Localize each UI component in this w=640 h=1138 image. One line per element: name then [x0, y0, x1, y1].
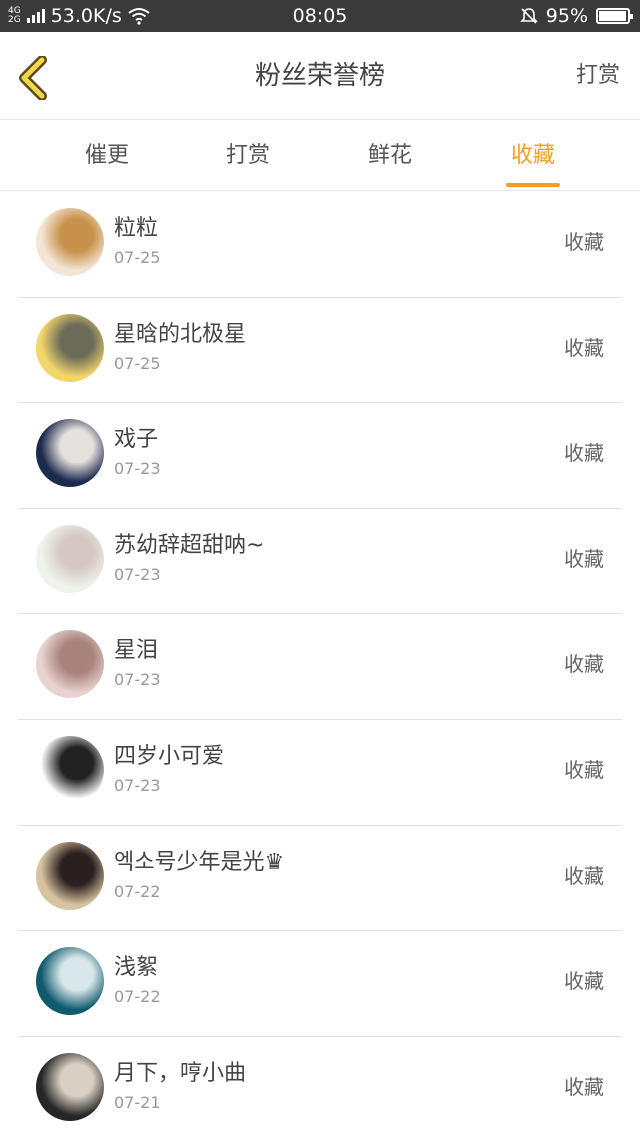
battery-percent: 95%: [545, 5, 588, 27]
avatar: [36, 947, 104, 1016]
date-label: 07-22: [114, 987, 161, 1007]
avatar: [36, 419, 104, 488]
tab-label: 催更: [84, 143, 129, 168]
user-name: 星泪: [114, 638, 159, 664]
status-right: 95%: [519, 0, 633, 32]
avatar: [36, 735, 104, 804]
date-label: 07-23: [114, 564, 161, 584]
action-type: 收藏: [564, 546, 604, 571]
tab-urge[interactable]: 催更: [52, 121, 162, 191]
tab-favorites[interactable]: 收藏: [478, 121, 588, 191]
alarm-off-icon: [519, 8, 538, 24]
user-name: 月下，哼小曲: [114, 1060, 247, 1086]
date-label: 07-25: [114, 353, 161, 373]
action-type: 收藏: [564, 652, 604, 677]
list-item[interactable]: 月下，哼小曲 07-21 收藏: [0, 1037, 640, 1138]
action-type: 收藏: [564, 969, 604, 994]
list-item[interactable]: 엑소号少年是光♛ 07-22 收藏: [0, 826, 640, 932]
action-type: 收藏: [564, 230, 604, 254]
app-header: 粉丝荣誉榜 打赏: [0, 32, 640, 120]
avatar: [36, 313, 104, 382]
date-label: 07-25: [114, 248, 161, 267]
avatar: [36, 841, 104, 910]
avatar: [36, 208, 104, 276]
page-title: 粉丝荣誉榜: [254, 61, 385, 91]
battery-icon: [596, 8, 633, 24]
avatar: [36, 524, 104, 593]
user-name: 엑소号少年是光♛: [114, 849, 285, 875]
user-name: 苏幼辞超甜呐~: [114, 532, 265, 558]
list-item[interactable]: 苏幼辞超甜呐~ 07-23 收藏: [0, 509, 640, 615]
tab-label: 打赏: [225, 143, 270, 168]
tab-reward[interactable]: 打赏: [193, 121, 303, 191]
action-type: 收藏: [564, 1074, 604, 1099]
list-item[interactable]: 星泪 07-23 收藏: [0, 614, 640, 720]
date-label: 07-21: [114, 1092, 161, 1112]
tab-label: 收藏: [510, 143, 555, 168]
action-type: 收藏: [564, 863, 604, 888]
list-item[interactable]: 浅絮 07-22 收藏: [0, 931, 640, 1037]
tab-label: 鲜花: [367, 143, 412, 168]
avatar: [36, 1052, 104, 1121]
action-type: 收藏: [564, 335, 604, 360]
tab-bar: 催更 打赏 鲜花 收藏: [0, 121, 640, 191]
date-label: 07-22: [114, 881, 161, 901]
status-bar: 4G 2G 53.0K/s 08:05 95%: [0, 0, 640, 32]
tab-flowers[interactable]: 鲜花: [335, 121, 445, 191]
user-name: 浅絮: [114, 955, 159, 981]
user-name: 星晗的北极星: [114, 321, 247, 347]
avatar: [36, 630, 104, 699]
list-item[interactable]: 粒粒 07-25 收藏: [0, 192, 640, 298]
fan-list: 粒粒 07-25 收藏 星晗的北极星 07-25 收藏 戏子 07-23 收藏 …: [0, 192, 640, 1138]
user-name: 戏子: [114, 427, 159, 453]
user-name: 四岁小可爱: [114, 743, 225, 769]
list-item[interactable]: 戏子 07-23 收藏: [0, 403, 640, 509]
action-type: 收藏: [564, 441, 604, 466]
date-label: 07-23: [114, 670, 161, 690]
action-type: 收藏: [564, 757, 604, 782]
date-label: 07-23: [114, 459, 161, 479]
list-item[interactable]: 星晗的北极星 07-25 收藏: [0, 298, 640, 404]
date-label: 07-23: [114, 775, 161, 795]
user-name: 粒粒: [114, 216, 159, 241]
active-tab-indicator: [506, 183, 560, 187]
reward-button[interactable]: 打赏: [576, 32, 620, 120]
list-item[interactable]: 四岁小可爱 07-23 收藏: [0, 720, 640, 826]
